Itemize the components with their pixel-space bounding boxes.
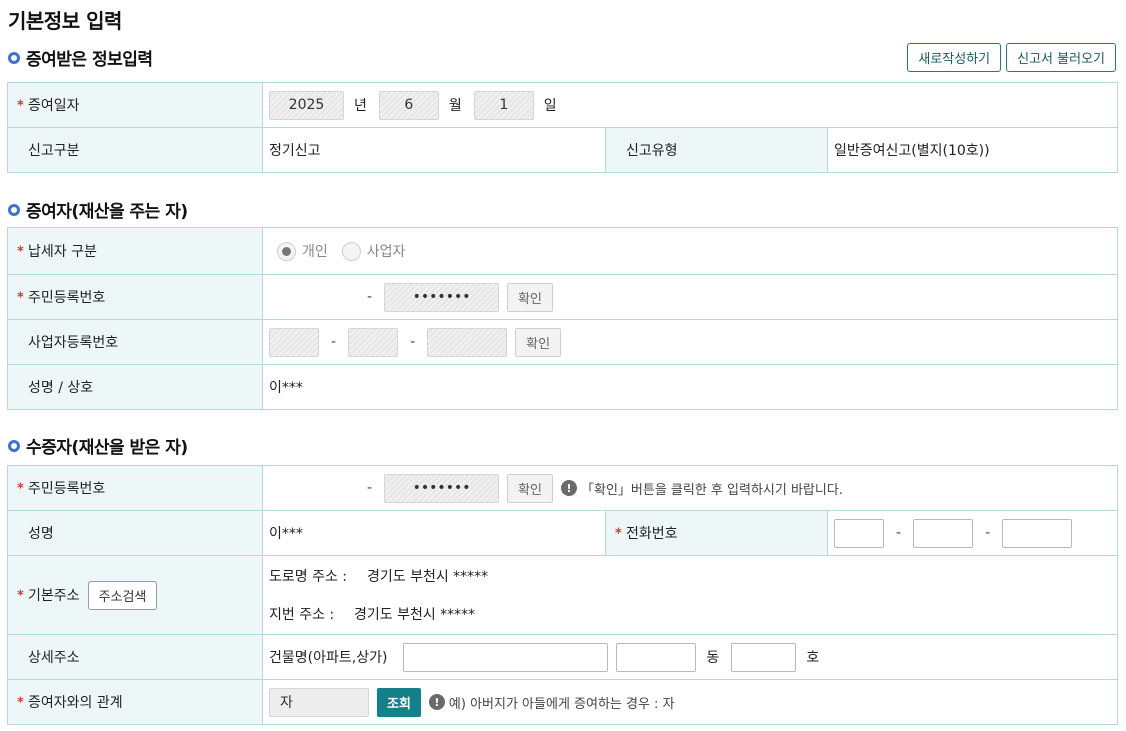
- section-title-gift-info: 증여받은 정보입력: [8, 45, 153, 70]
- road-address-value: 경기도 부천시 *****: [367, 569, 489, 585]
- section-title-text: 증여받은 정보입력: [26, 50, 153, 70]
- phone-part2-input[interactable]: [913, 518, 974, 548]
- business-number-label: 사업자등록번호: [7, 319, 263, 365]
- page-title: 기본정보 입력: [8, 9, 122, 33]
- individual-radio-label: 개인: [302, 244, 328, 260]
- ho-input[interactable]: [731, 642, 797, 672]
- load-report-button[interactable]: 신고서 불러오기: [1006, 43, 1116, 72]
- lot-address-label: 지번 주소 :: [269, 607, 335, 623]
- relation-hint: 예) 아버지가 아들에게 증여하는 경우 : 자: [448, 696, 675, 712]
- donee-table: * 주민등록번호 - ••••••• 확인 ! 「확인」버튼을 클릭한 후 입력…: [7, 465, 1119, 725]
- new-write-button[interactable]: 새로작성하기: [907, 43, 1002, 72]
- gift-month-input[interactable]: 6: [378, 90, 439, 120]
- business-radio[interactable]: [341, 241, 361, 261]
- gift-info-table: * 증여일자 2025 년 6 월 1 일 신고구분 정기신고 신고유형 일반증…: [7, 82, 1119, 173]
- donee-rrn-label: * 주민등록번호: [7, 465, 263, 511]
- report-category-value: 정기신고: [262, 127, 606, 173]
- lot-address-value: 경기도 부천시 *****: [354, 607, 476, 623]
- relation-lookup-button[interactable]: 조회: [377, 687, 421, 717]
- month-unit: 월: [448, 98, 462, 114]
- required-mark: *: [17, 98, 24, 114]
- label-text: 주민등록번호: [28, 481, 106, 497]
- bullet-icon: [8, 51, 20, 64]
- detail-address-label: 상세주소: [7, 634, 263, 680]
- donee-name-label: 성명: [7, 510, 263, 556]
- dash: -: [896, 525, 902, 541]
- donee-name-value: 이***: [262, 510, 606, 556]
- relation-input[interactable]: 자: [269, 687, 369, 717]
- donor-name-value: 이***: [262, 364, 1118, 410]
- dong-input[interactable]: [616, 642, 697, 672]
- donor-rrn-label: * 주민등록번호: [7, 274, 263, 320]
- individual-radio[interactable]: [277, 241, 296, 261]
- label-text: 기본주소: [28, 588, 80, 604]
- bullet-icon: [8, 439, 20, 452]
- relation-label: * 증여자와의 관계: [7, 679, 263, 725]
- gift-date-label: * 증여일자: [7, 82, 263, 128]
- donor-rrn-confirm-button[interactable]: 확인: [507, 282, 553, 312]
- dash: -: [367, 480, 373, 496]
- required-mark: *: [17, 695, 24, 711]
- ho-unit: 호: [806, 650, 820, 666]
- section-title-text: 수증자(재산을 받은 자): [26, 438, 188, 458]
- report-category-label: 신고구분: [7, 127, 263, 173]
- donor-name-label: 성명 / 상호: [7, 364, 263, 410]
- address-search-button[interactable]: 주소검색: [87, 580, 158, 610]
- brn-part1-input[interactable]: [269, 327, 319, 357]
- required-mark: *: [615, 526, 622, 542]
- dash: -: [410, 334, 416, 350]
- gift-year-input[interactable]: 2025: [269, 90, 344, 120]
- phone-part3-input[interactable]: [1002, 518, 1073, 548]
- gift-day-input[interactable]: 1: [473, 90, 534, 120]
- label-text: 증여자와의 관계: [28, 695, 123, 711]
- brn-part2-input[interactable]: [348, 327, 399, 357]
- dash: -: [367, 289, 373, 305]
- label-text: 증여일자: [28, 98, 80, 114]
- brn-part3-input[interactable]: [427, 327, 508, 357]
- dong-unit: 동: [706, 650, 720, 666]
- business-radio-label: 사업자: [366, 244, 406, 260]
- year-unit: 년: [354, 98, 367, 114]
- building-name-input[interactable]: [403, 642, 609, 672]
- phone-part1-input[interactable]: [834, 518, 884, 548]
- required-mark: *: [17, 588, 24, 604]
- donor-table: * 납세자 구분 개인 사업자 * 주민등록번호 - ••••••• 확인 사업…: [7, 227, 1118, 410]
- section-title-donee: 수증자(재산을 받은 자): [8, 433, 188, 458]
- dash: -: [985, 525, 991, 541]
- report-type-label: 신고유형: [605, 127, 828, 173]
- dash: -: [331, 334, 337, 350]
- phone-label: * 전화번호: [605, 510, 828, 556]
- report-type-value: 일반증여신고(별지(10호)): [826, 127, 1119, 173]
- required-mark: *: [17, 244, 24, 260]
- info-icon: !: [428, 694, 445, 710]
- donor-rrn-back-input[interactable]: •••••••: [384, 282, 500, 312]
- section-title-text: 증여자(재산을 주는 자): [26, 202, 188, 222]
- required-mark: *: [17, 481, 24, 497]
- section-title-donor: 증여자(재산을 주는 자): [8, 197, 188, 222]
- building-name-label: 건물명(아파트,상가): [269, 650, 388, 666]
- donee-rrn-back-input[interactable]: •••••••: [384, 473, 500, 503]
- label-text: 전화번호: [626, 526, 678, 542]
- info-icon: !: [560, 480, 577, 496]
- label-text: 납세자 구분: [28, 244, 97, 260]
- brn-confirm-button[interactable]: 확인: [515, 327, 562, 357]
- taxpayer-type-label: * 납세자 구분: [7, 227, 263, 275]
- required-mark: *: [17, 290, 24, 306]
- top-button-group: 새로작성하기 신고서 불러오기: [907, 43, 1116, 72]
- road-address-label: 도로명 주소 :: [269, 569, 348, 585]
- day-unit: 일: [543, 98, 557, 114]
- donee-rrn-confirm-button[interactable]: 확인: [507, 473, 553, 503]
- address-label: * 기본주소 주소검색: [7, 555, 263, 635]
- label-text: 주민등록번호: [28, 290, 106, 306]
- bullet-icon: [8, 203, 20, 216]
- confirm-hint: 「확인」버튼을 클릭한 후 입력하시기 바랍니다.: [580, 482, 843, 498]
